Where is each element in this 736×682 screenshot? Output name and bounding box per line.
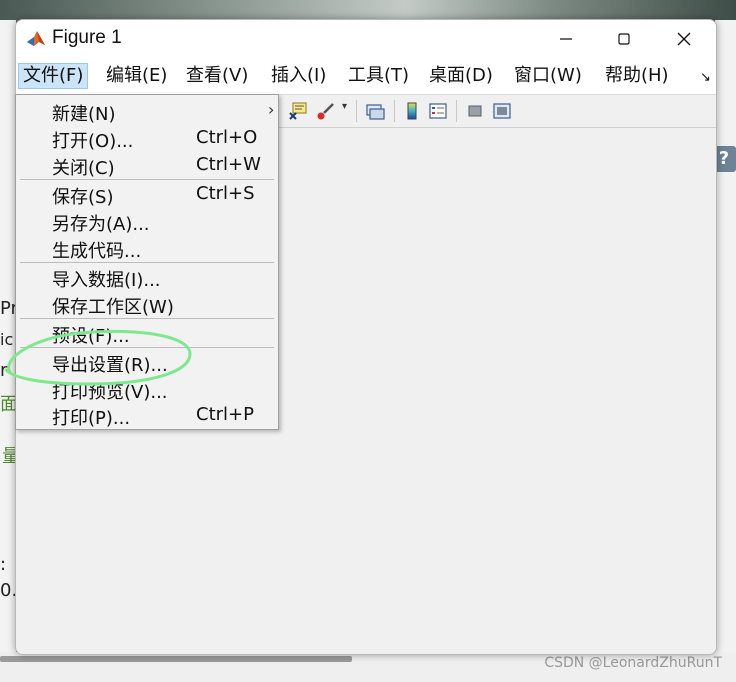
file-menu-item-import-data[interactable]: 导入数据(I)... [18,264,276,291]
background-scrollbar[interactable] [0,656,352,662]
file-menu-item-save[interactable]: 保存(S) Ctrl+S [18,181,276,208]
minimize-icon [560,38,572,40]
menu-bar: 文件(F) 编辑(E) 查看(V) 插入(I) 工具(T) 桌面(D) 窗口(W… [16,58,716,95]
submenu-arrow-icon: › [268,100,275,119]
background-text-fragment: ic [0,330,14,349]
show-plot-tools-icon[interactable] [492,101,512,121]
title-bar[interactable]: Figure 1 [16,20,716,58]
toolbar-separator [356,100,357,122]
brush-dropdown-arrow-icon[interactable]: ▾ [342,101,347,112]
menu-item-label: 新建(N) [52,104,116,125]
menu-separator [20,347,274,348]
toolbar-separator [456,100,457,122]
file-menu-item-preferences[interactable]: 预设(F)... [18,320,276,347]
maximize-button[interactable] [594,20,654,58]
menu-insert[interactable]: 插入(I) [267,63,330,89]
file-menu-item-print-preview[interactable]: 打印预览(V)... [18,376,276,403]
menu-window[interactable]: 窗口(W) [510,63,586,89]
menu-edit[interactable]: 编辑(E) [102,63,171,89]
menu-item-label: 打印预览(V)... [52,382,168,403]
menu-item-label: 导出设置(R)... [52,355,168,376]
menu-item-shortcut: Ctrl+S [196,183,255,204]
menu-desktop[interactable]: 桌面(D) [425,63,497,89]
menu-item-label: 打开(O)... [52,131,134,152]
maximize-icon [618,33,630,45]
menu-help[interactable]: 帮助(H) [601,63,673,89]
chevron-more-icon[interactable]: ↘ [700,70,711,85]
minimize-button[interactable] [536,20,596,58]
menu-separator [20,179,274,180]
file-menu-item-print[interactable]: 打印(P)... Ctrl+P [18,402,276,429]
file-menu-item-generate-code[interactable]: 生成代码... [18,235,276,262]
menu-item-label: 保存工作区(W) [52,297,174,318]
file-menu-item-export-setup[interactable]: 导出设置(R)... [18,349,276,376]
file-menu-dropdown: 新建(N) › 打开(O)... Ctrl+O 关闭(C) Ctrl+W 保存(… [15,94,279,430]
background-text-fragment: : [0,554,7,575]
menu-item-label: 导入数据(I)... [52,270,161,291]
menu-separator [20,318,274,319]
close-button[interactable] [654,20,714,58]
menu-separator [20,262,274,263]
toolbar-separator [394,100,395,122]
file-menu-item-open[interactable]: 打开(O)... Ctrl+O [18,125,276,152]
hide-plot-tools-icon[interactable] [465,101,485,121]
brush-icon[interactable] [316,101,336,121]
menu-item-label: 关闭(C) [52,158,115,179]
menu-item-label: 预设(F)... [52,326,130,347]
legend-icon[interactable] [428,101,448,121]
menu-file[interactable]: 文件(F) [18,63,89,89]
data-tips-icon[interactable] [288,101,308,121]
menu-item-label: 打印(P)... [52,408,131,429]
menu-view[interactable]: 查看(V) [182,63,252,89]
menu-item-label: 生成代码... [52,241,142,262]
menu-item-shortcut: Ctrl+W [196,154,261,175]
background-editor-right [715,20,736,660]
menu-item-shortcut: Ctrl+P [196,404,254,425]
file-menu-item-save-workspace[interactable]: 保存工作区(W) [18,291,276,318]
watermark: CSDN @LeonardZhuRunT [544,655,722,671]
file-menu-item-save-as[interactable]: 另存为(A)... [18,208,276,235]
menu-item-label: 保存(S) [52,187,114,208]
file-menu-item-close[interactable]: 关闭(C) Ctrl+W [18,152,276,179]
menu-tools[interactable]: 工具(T) [344,63,413,89]
link-plot-icon[interactable] [365,101,385,121]
window-title: Figure 1 [52,27,122,48]
menu-item-shortcut: Ctrl+O [196,127,258,148]
colorbar-icon[interactable] [402,101,422,121]
matlab-logo-icon [27,31,45,46]
desktop-background [0,0,736,20]
menu-item-label: 另存为(A)... [52,214,150,235]
file-menu-item-new[interactable]: 新建(N) › [18,98,276,125]
close-icon [677,32,691,46]
background-text-fragment: r [0,360,8,381]
